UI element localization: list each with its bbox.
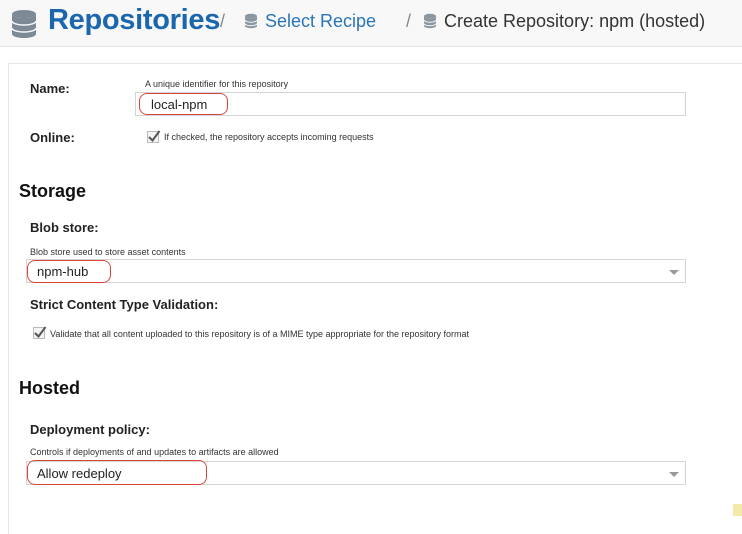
blob-store-label: Blob store: [30, 220, 99, 235]
database-icon-small [244, 13, 258, 29]
breadcrumb: Repositories / Select Recipe / Create Re… [0, 0, 742, 47]
dropdown-caret-icon [669, 270, 679, 275]
dropdown-caret-icon [669, 472, 679, 477]
breadcrumb-separator: / [406, 11, 412, 31]
database-icon-small [423, 13, 437, 29]
database-icon [11, 10, 37, 38]
page-title[interactable]: Repositories [48, 4, 220, 37]
breadcrumb-current: Create Repository: npm (hosted) [444, 11, 706, 31]
strict-validation-help: Validate that all content uploaded to th… [50, 329, 470, 339]
deployment-policy-help: Controls if deployments of and updates t… [30, 447, 279, 457]
name-help: A unique identifier for this repository [145, 79, 289, 89]
name-highlight [139, 93, 228, 115]
deployment-policy-label: Deployment policy: [30, 422, 150, 437]
blob-store-help: Blob store used to store asset contents [30, 247, 186, 257]
checkbox-checked-icon [34, 326, 47, 339]
strict-validation-checkbox[interactable] [33, 326, 47, 339]
checkbox-checked-icon [148, 130, 161, 143]
blob-store-select[interactable]: npm-hub [26, 259, 686, 283]
hosted-heading: Hosted [19, 378, 81, 398]
name-label: Name: [30, 81, 70, 96]
blob-store-highlight [27, 260, 111, 283]
breadcrumb-separator: / [220, 11, 226, 31]
online-help: If checked, the repository accepts incom… [164, 132, 374, 142]
online-checkbox[interactable] [147, 130, 161, 143]
online-label: Online: [30, 130, 75, 145]
deployment-policy-highlight [27, 460, 207, 485]
storage-heading: Storage [19, 181, 87, 201]
strict-validation-label: Strict Content Type Validation: [30, 297, 219, 312]
scroll-corner [733, 504, 742, 516]
breadcrumb-select-recipe[interactable]: Select Recipe [265, 11, 376, 32]
